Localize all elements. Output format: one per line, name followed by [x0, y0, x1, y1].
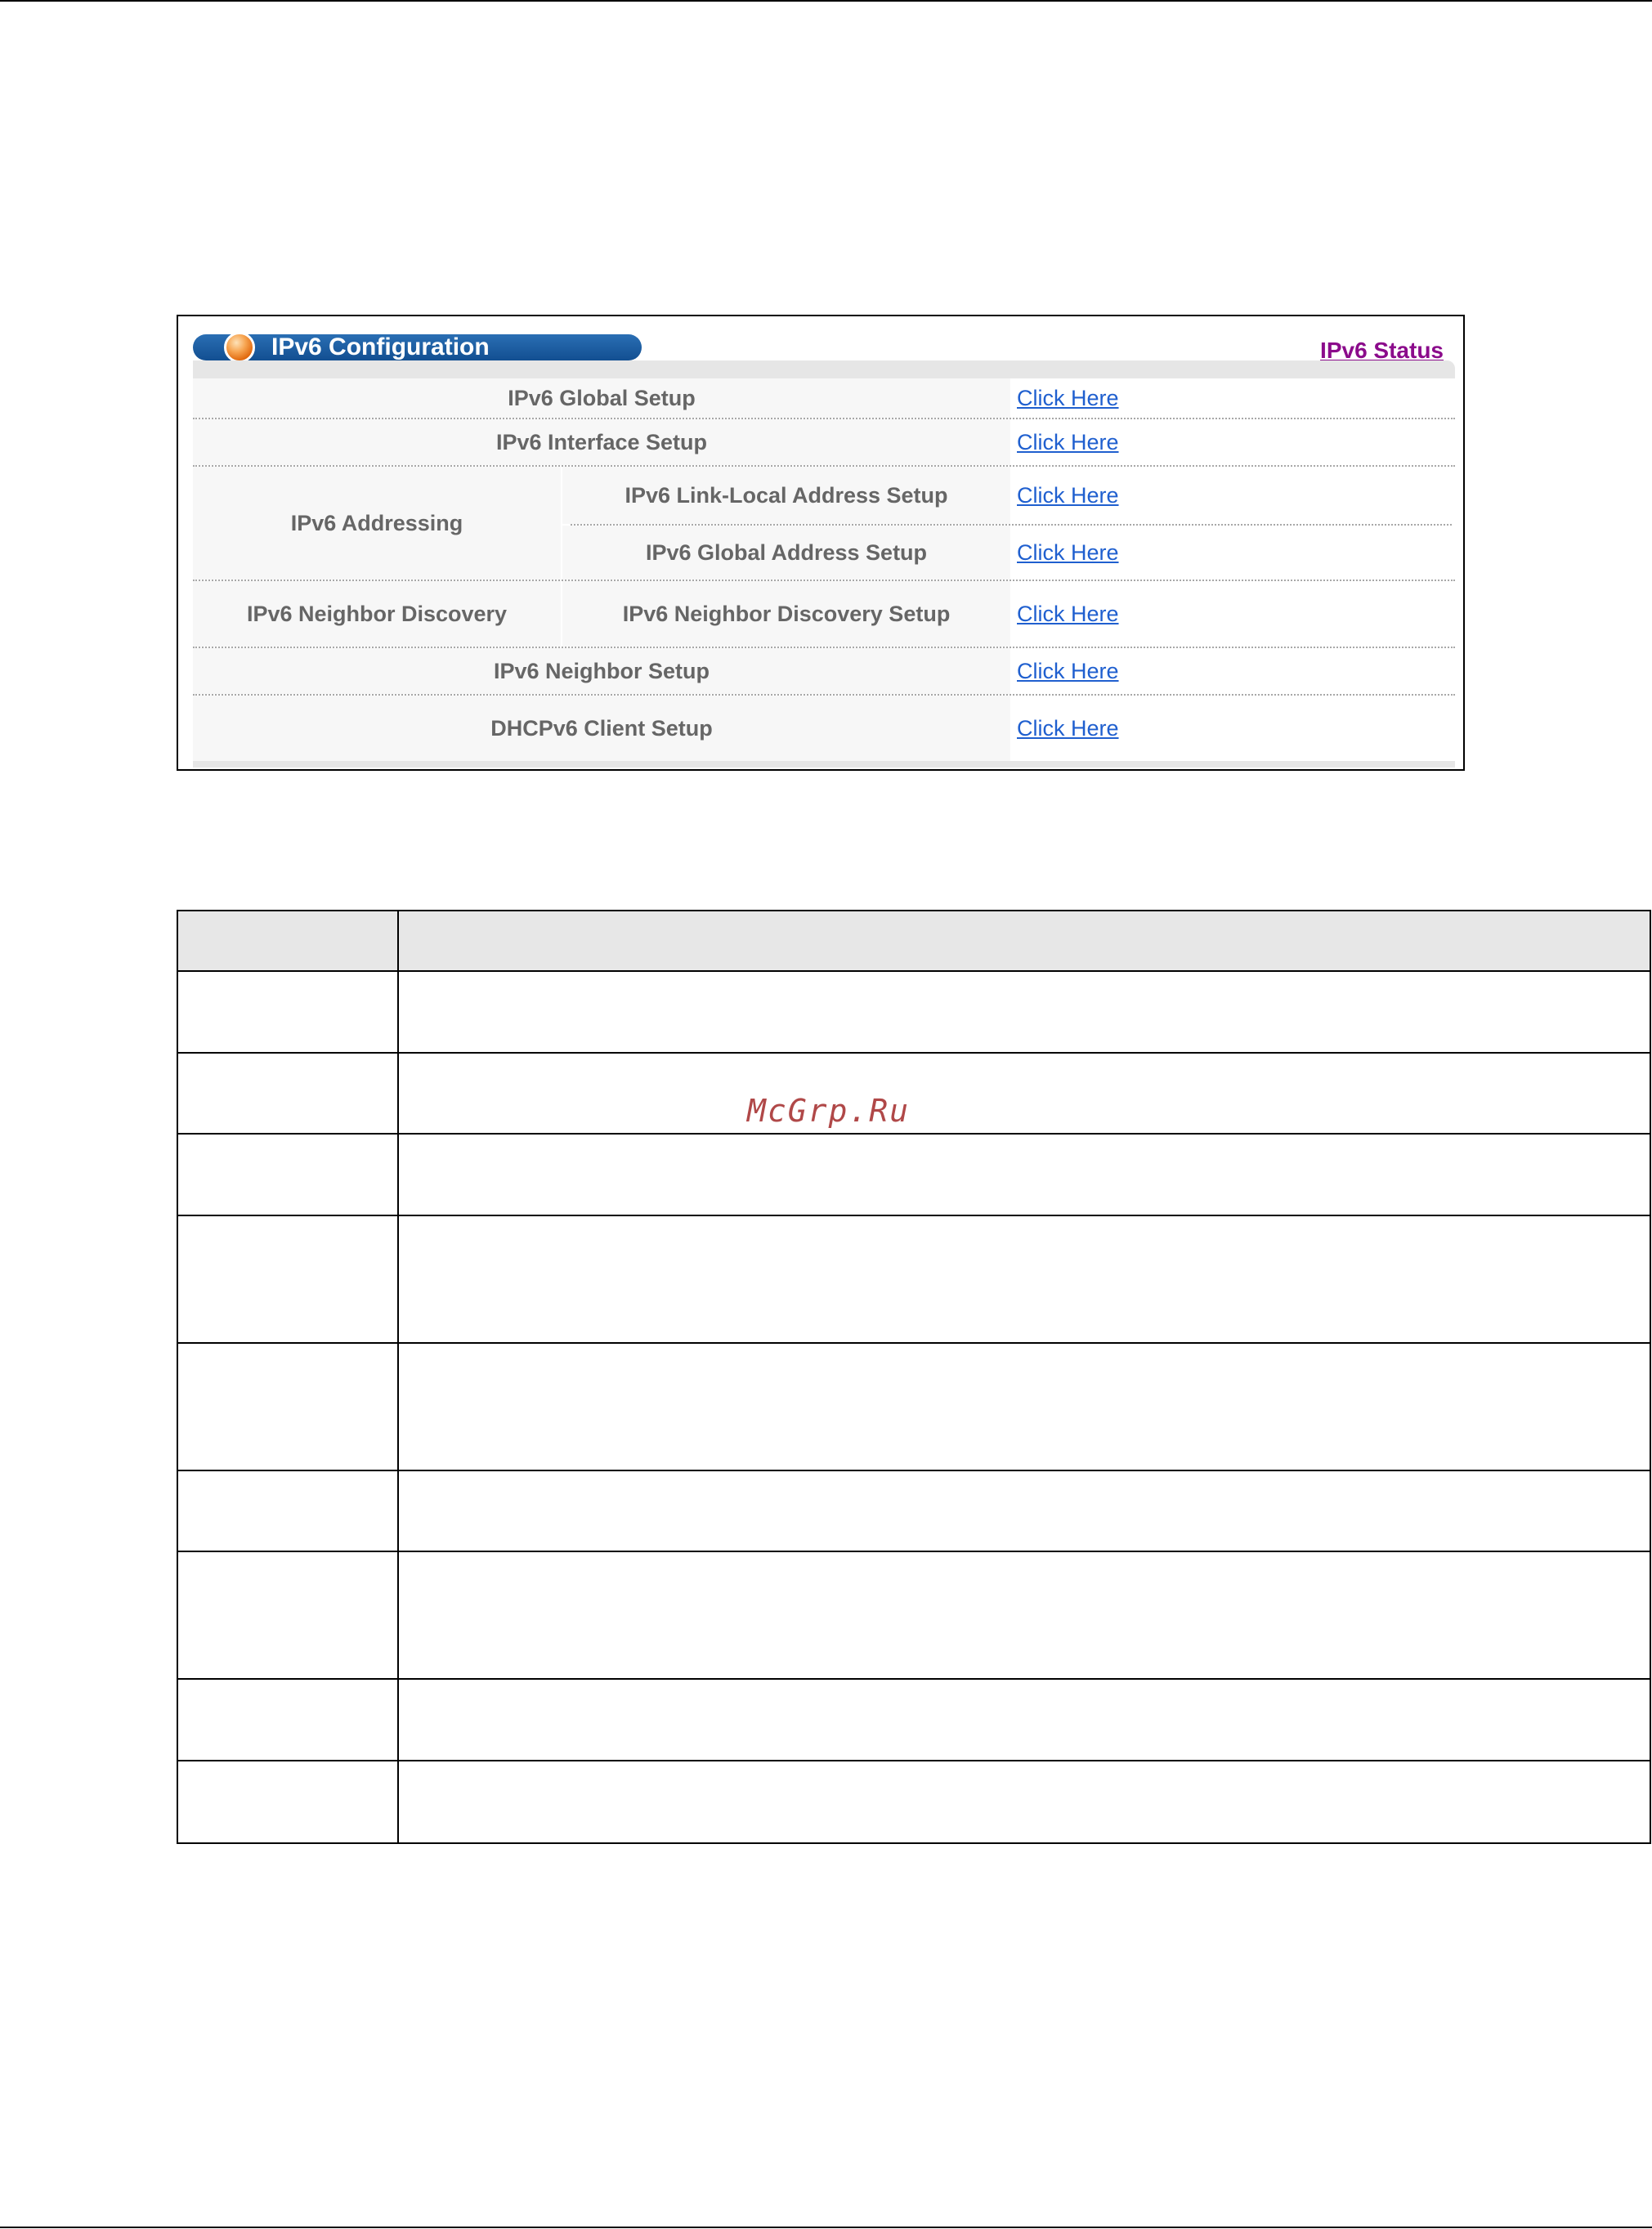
page-top-rule — [0, 0, 1652, 2]
table-row-divider — [178, 1133, 1650, 1135]
table-row-divider — [178, 1760, 1650, 1761]
panel-header-strip — [193, 360, 1455, 378]
orange-orb-icon — [224, 332, 255, 363]
panel-bottom-strip — [193, 761, 1455, 768]
row-label-interface-setup: IPv6 Interface Setup — [193, 419, 1010, 465]
group-label-ipv6-addressing: IPv6 Addressing — [193, 467, 561, 580]
row-label-dhcpv6-client-setup: DHCPv6 Client Setup — [193, 696, 1010, 761]
table-column-divider — [397, 911, 399, 1842]
table-row-divider — [178, 970, 1650, 972]
table-header-row — [178, 911, 1650, 970]
link-local-address-setup-link[interactable]: Click Here — [1010, 467, 1455, 524]
row-label-neighbor-setup: IPv6 Neighbor Setup — [193, 648, 1010, 694]
neighbor-setup-link[interactable]: Click Here — [1010, 648, 1455, 694]
table-row-divider — [178, 1551, 1650, 1552]
interface-setup-link[interactable]: Click Here — [1010, 419, 1455, 465]
ipv6-configuration-panel: IPv6 Configuration IPv6 Status IPv6 Glob… — [193, 332, 1455, 768]
global-address-setup-link[interactable]: Click Here — [1010, 526, 1455, 580]
group-label-ipv6-neighbor-discovery: IPv6 Neighbor Discovery — [193, 581, 561, 647]
row-label-neighbor-discovery-setup: IPv6 Neighbor Discovery Setup — [562, 581, 1010, 647]
dhcpv6-client-setup-link[interactable]: Click Here — [1010, 696, 1455, 761]
watermark: McGrp.Ru — [747, 1093, 911, 1129]
table-row-divider — [178, 1342, 1650, 1344]
table-row-divider — [178, 1470, 1650, 1471]
ipv6-configuration-screenshot: IPv6 Configuration IPv6 Status IPv6 Glob… — [177, 315, 1465, 771]
neighbor-discovery-setup-link[interactable]: Click Here — [1010, 581, 1455, 647]
table-row-divider — [178, 1215, 1650, 1216]
panel-title-bar: IPv6 Configuration — [193, 332, 642, 363]
row-label-global-setup: IPv6 Global Setup — [193, 378, 1010, 418]
description-table — [177, 910, 1651, 1844]
row-label-link-local-address-setup: IPv6 Link-Local Address Setup — [562, 467, 1010, 524]
table-row-divider — [178, 1678, 1650, 1680]
global-setup-link[interactable]: Click Here — [1010, 378, 1455, 418]
row-label-global-address-setup: IPv6 Global Address Setup — [562, 526, 1010, 580]
table-row-divider — [178, 1052, 1650, 1054]
panel-title: IPv6 Configuration — [271, 333, 490, 360]
page-bottom-rule — [0, 2227, 1652, 2228]
